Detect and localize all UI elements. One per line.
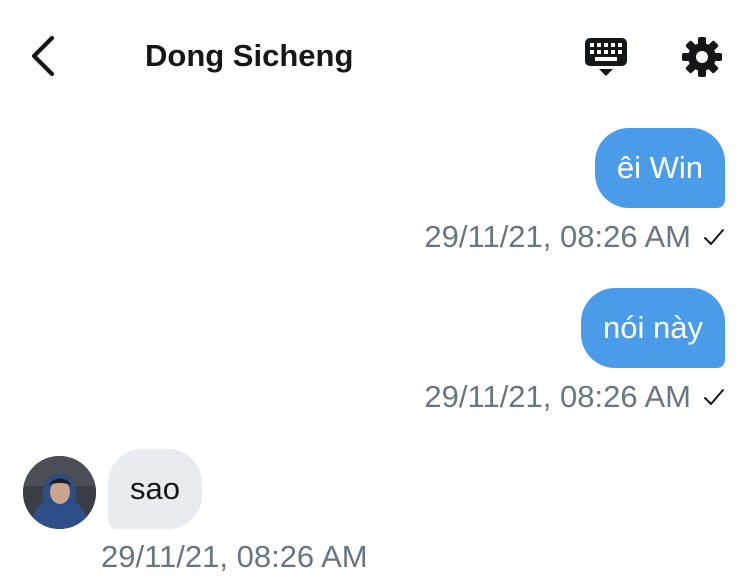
keyboard-icon [585, 38, 627, 76]
message-meta: 29/11/21, 08:26 AM [424, 217, 725, 257]
message-meta: 29/11/21, 08:26 AM [101, 537, 368, 577]
conversation-title: Dong Sicheng [145, 38, 354, 73]
avatar[interactable] [23, 456, 96, 529]
outgoing-message-bubble[interactable]: nói này [581, 288, 725, 368]
checkmark-icon [704, 229, 724, 245]
incoming-message-bubble[interactable]: sao [108, 449, 202, 529]
message-timestamp: 29/11/21, 08:26 AM [424, 379, 691, 414]
message-timestamp: 29/11/21, 08:26 AM [424, 219, 691, 254]
conversation-header: Dong Sicheng [0, 0, 750, 112]
gear-icon [682, 37, 722, 77]
back-button[interactable] [22, 34, 66, 78]
checkmark-icon [704, 389, 724, 405]
avatar-photo [23, 456, 96, 529]
message-timestamp: 29/11/21, 08:26 AM [101, 539, 368, 574]
outgoing-message-bubble[interactable]: êi Win [594, 128, 725, 208]
settings-button[interactable] [679, 34, 725, 80]
keyboard-button[interactable] [583, 34, 629, 80]
message-meta: 29/11/21, 08:26 AM [424, 377, 725, 417]
chevron-left-icon [31, 35, 55, 77]
